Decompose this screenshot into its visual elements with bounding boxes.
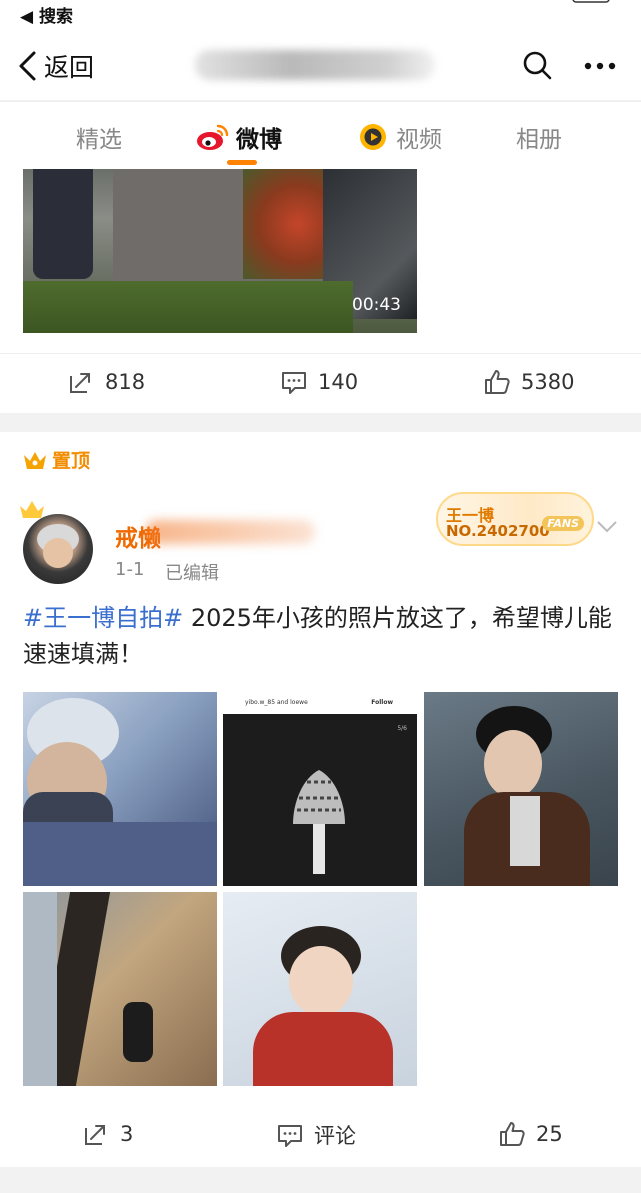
video-thumbnail[interactable]: 00:43 <box>23 169 417 333</box>
back-label: 返回 <box>44 53 95 82</box>
more-icon[interactable] <box>584 62 616 70</box>
active-tab-indicator <box>227 160 257 165</box>
video-duration: 00:43 <box>352 295 401 315</box>
pinned-text: 置顶 <box>52 450 91 472</box>
comment-button[interactable]: 评论 <box>276 1120 356 1150</box>
video-scene-wall <box>113 169 263 289</box>
weibo-icon <box>197 124 229 150</box>
fans-badge[interactable]: 王一博 NO.2402700 FANS <box>436 492 594 546</box>
tab-featured[interactable]: 精选 <box>76 120 122 154</box>
share-icon <box>85 1125 105 1145</box>
page-title-redacted <box>195 50 435 80</box>
like-count: 5380 <box>521 370 575 394</box>
share-icon <box>70 373 90 393</box>
chevron-down-icon[interactable] <box>596 520 618 534</box>
back-button[interactable]: 返回 <box>18 48 94 84</box>
video-scene-person <box>33 169 93 279</box>
avatar-face <box>43 538 73 568</box>
fans-badge-number: NO.2402700 <box>446 522 550 540</box>
photo-3-face <box>484 730 542 798</box>
like-button[interactable]: 25 <box>498 1120 563 1148</box>
photo-2-user: yibo.w_85 and loewe <box>245 699 308 706</box>
thumbs-up-icon <box>500 1122 525 1146</box>
photo-3[interactable] <box>424 692 618 886</box>
video-scene-grass <box>23 281 353 333</box>
comment-icon <box>278 1125 302 1147</box>
video-icon <box>360 124 386 150</box>
edited-label: 已编辑 <box>165 563 219 584</box>
photo-3-shirt <box>510 796 540 866</box>
pinned-label: 置顶 <box>22 446 90 473</box>
like-button[interactable]: 5380 <box>483 368 574 396</box>
status-icons <box>572 0 610 3</box>
tab-album[interactable]: 相册 <box>516 120 562 154</box>
repost-count: 818 <box>105 370 146 394</box>
top-bar: 返回 <box>0 26 641 100</box>
photo-2[interactable]: yibo.w_85 and loewe Follow 5/6 <box>223 692 417 886</box>
comment-button[interactable]: 140 <box>280 368 358 396</box>
status-bar: ◀ 搜索 <box>0 0 641 27</box>
post-time: 1-1 <box>115 559 145 580</box>
post-text: #王一博自拍# 2025年小孩的照片放这了，希望博儿能速速填满！ <box>23 600 623 672</box>
thumbs-up-icon <box>485 370 510 394</box>
photo-1[interactable] <box>23 692 217 886</box>
like-count: 25 <box>536 1122 563 1146</box>
photo-5-scarf <box>253 1012 393 1086</box>
photo-5[interactable] <box>223 892 417 1086</box>
photo-4[interactable] <box>23 892 217 1086</box>
pinned-post-card: 置顶 戒懒 1-1 已编辑 王一博 NO.2402700 FANS #王一博自拍… <box>0 432 641 1167</box>
photo-5-face <box>289 946 353 1016</box>
tab-video[interactable]: 视频 <box>396 120 442 154</box>
repost-count: 3 <box>120 1122 134 1146</box>
post-actions: 818 140 5380 <box>0 353 641 413</box>
profile-tabs: 精选 微博 视频 相册 <box>0 101 641 169</box>
tab-weibo[interactable]: 微博 <box>236 120 282 154</box>
repost-button[interactable]: 818 <box>67 368 145 396</box>
comment-label: 评论 <box>314 1124 356 1148</box>
post-actions: 3 评论 25 <box>0 1106 641 1166</box>
back-to-app-button[interactable]: ◀ 搜索 <box>20 2 73 27</box>
photo-2-follow: Follow <box>371 699 393 706</box>
avatar[interactable] <box>23 514 93 584</box>
username-redacted <box>145 520 315 544</box>
crown-icon <box>24 451 46 469</box>
photo-4-ice <box>23 892 57 1086</box>
photo-4-climber <box>123 1002 153 1062</box>
comment-count: 140 <box>318 370 359 394</box>
repost-button[interactable]: 3 <box>82 1120 133 1148</box>
chevron-left-icon <box>19 51 36 81</box>
hashtag-link[interactable]: #王一博自拍# <box>23 604 183 632</box>
photo-2-page: 5/6 <box>397 725 407 732</box>
mushroom-image <box>293 770 345 874</box>
search-icon[interactable] <box>522 50 552 80</box>
video-post-card: 00:43 818 140 5380 <box>0 169 641 413</box>
photo-1-jacket <box>23 822 217 886</box>
fans-badge-tag: FANS <box>542 516 584 531</box>
comment-icon <box>282 372 306 394</box>
